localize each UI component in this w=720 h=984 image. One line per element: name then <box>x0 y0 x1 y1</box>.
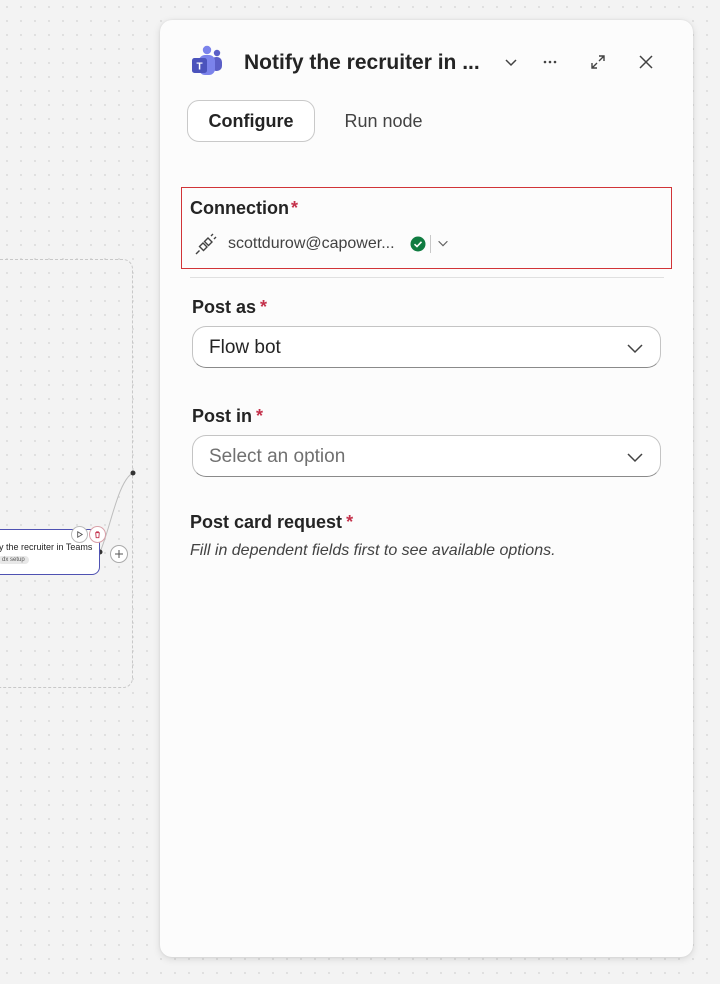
connection-label: Connection * <box>190 198 298 219</box>
run-icon[interactable] <box>71 526 88 543</box>
tab-configure[interactable]: Configure <box>187 100 315 142</box>
more-icon[interactable] <box>537 49 563 75</box>
connector-lines <box>97 470 136 555</box>
panel-title: Notify the recruiter in ... <box>244 51 480 74</box>
post-as-value: Flow bot <box>209 337 281 358</box>
node-badge: dx setup <box>0 556 29 564</box>
plug-icon <box>194 232 218 256</box>
chevron-down-icon <box>626 339 644 357</box>
post-in-dropdown[interactable]: Select an option <box>192 435 661 477</box>
post-card-helper-text: Fill in dependent fields first to see av… <box>190 542 556 559</box>
node-config-panel: T Notify the recruiter in ... Configure … <box>160 20 693 957</box>
connection-label-text: Connection <box>190 198 289 218</box>
divider <box>430 235 431 253</box>
connection-selector[interactable]: scottdurow@capower... <box>194 232 654 258</box>
post-as-label: Post as * <box>192 297 267 318</box>
post-as-dropdown[interactable]: Flow bot <box>192 326 661 368</box>
post-card-label-text: Post card request <box>190 512 343 532</box>
required-mark: * <box>291 198 299 218</box>
teams-icon: T <box>190 45 224 79</box>
add-icon[interactable] <box>110 545 128 563</box>
post-in-label-text: Post in <box>192 406 253 426</box>
tab-run-node[interactable]: Run node <box>315 100 452 142</box>
chevron-down-icon[interactable] <box>436 236 452 252</box>
post-in-placeholder: Select an option <box>209 446 346 467</box>
delete-icon[interactable] <box>89 526 106 543</box>
panel-header: T Notify the recruiter in ... <box>160 20 693 100</box>
connection-section: Connection * scottdurow@capower... <box>181 187 672 269</box>
required-mark: * <box>260 297 268 317</box>
required-mark: * <box>346 512 354 532</box>
node-title: y the recruiter in Teams <box>0 542 93 552</box>
check-circle-icon <box>410 236 426 252</box>
svg-text:T: T <box>196 62 202 73</box>
chevron-down-icon[interactable] <box>498 49 524 75</box>
teams-action-node[interactable]: y the recruiter in Teams dx setup <box>0 526 106 575</box>
expand-icon[interactable] <box>585 49 611 75</box>
required-mark: * <box>256 406 264 426</box>
chevron-down-icon <box>626 448 644 466</box>
close-icon[interactable] <box>633 49 659 75</box>
connector-dot <box>130 470 136 476</box>
connection-account: scottdurow@capower... <box>228 235 395 252</box>
post-in-label: Post in * <box>192 406 263 427</box>
divider <box>190 277 664 278</box>
post-card-label: Post card request * <box>190 512 353 533</box>
flow-canvas: y the recruiter in Teams dx setup <box>0 0 160 984</box>
post-as-label-text: Post as <box>192 297 257 317</box>
